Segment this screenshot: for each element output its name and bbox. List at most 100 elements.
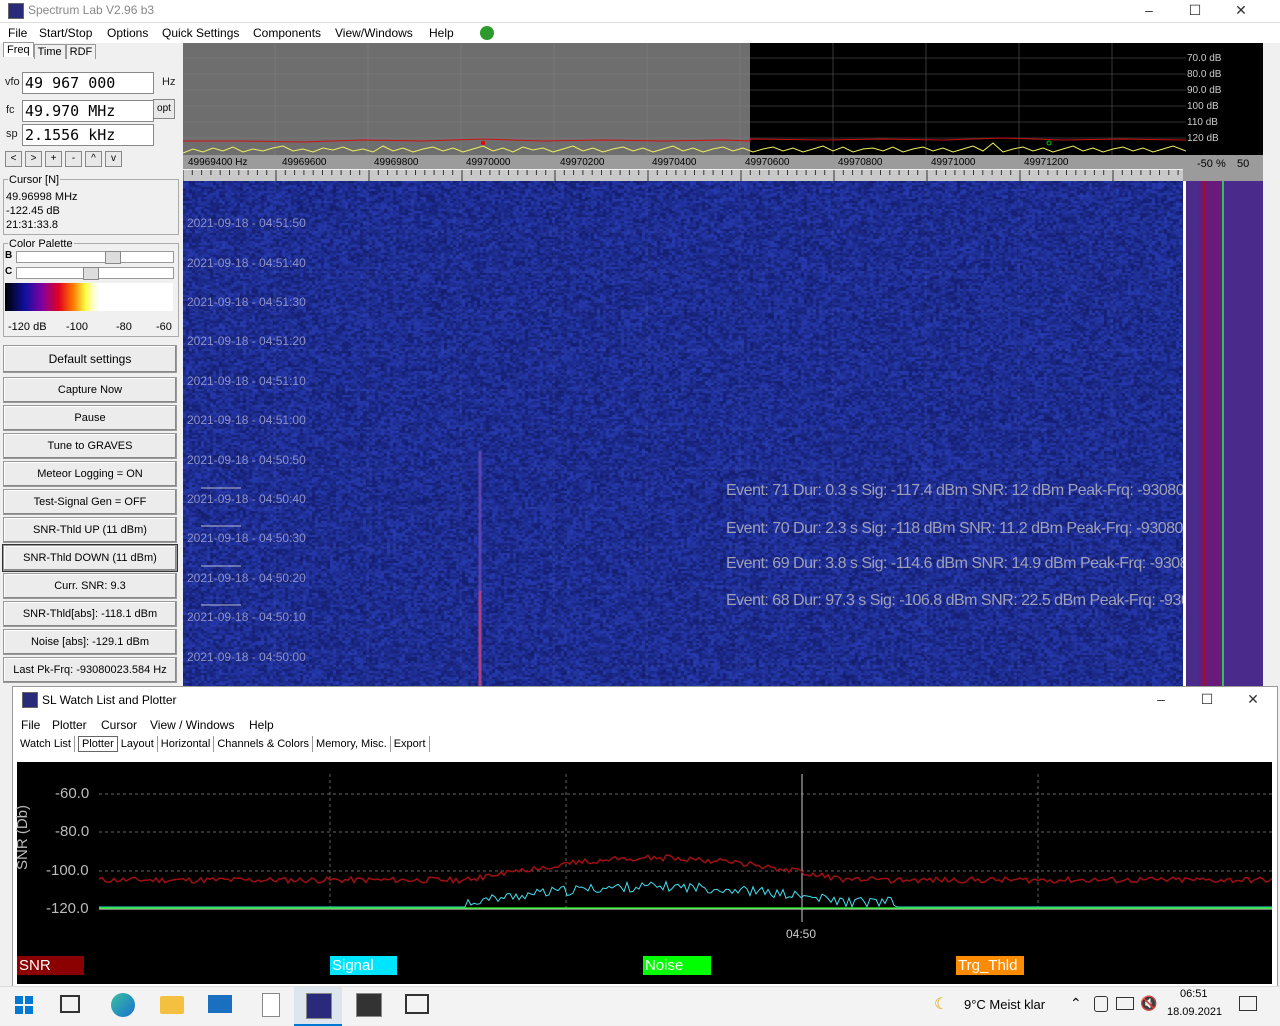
last-peak-freq-button[interactable]: Last Pk-Frq: -93080023.584 Hz xyxy=(3,657,177,683)
contrast-slider[interactable] xyxy=(16,267,174,280)
level-meter-peak xyxy=(1203,181,1205,686)
snr-thld-abs-button[interactable]: SNR-Thld[abs]: -118.1 dBm xyxy=(3,601,177,627)
watch-menu-help[interactable]: Help xyxy=(249,718,274,732)
tune-to-graves-button[interactable]: Tune to GRAVES xyxy=(3,433,177,459)
tab-rdf[interactable]: RDF xyxy=(65,44,97,59)
watch-menu-file[interactable]: File xyxy=(21,718,40,732)
clock-time[interactable]: 06:51 xyxy=(1180,988,1208,1000)
contrast-label: C xyxy=(5,266,13,277)
tab-channels-colors[interactable]: Channels & Colors xyxy=(214,736,314,752)
event-70: Event: 70 Dur: 2.3 s Sig: -118 dBm SNR: … xyxy=(726,520,1183,537)
event-log-overlay: Event: 71 Dur: 0.3 s Sig: -117.4 dBm SNR… xyxy=(726,482,1183,622)
zoom-out-button[interactable]: - xyxy=(65,151,82,167)
watch-menu-view-windows[interactable]: View / Windows xyxy=(150,718,234,732)
menu-view-windows[interactable]: View/Windows xyxy=(335,26,413,40)
network-icon[interactable] xyxy=(1116,997,1134,1010)
menu-quick-settings[interactable]: Quick Settings xyxy=(162,26,239,40)
notifications-icon[interactable] xyxy=(1239,996,1257,1011)
color-palette-gradient xyxy=(5,283,173,311)
menu-options[interactable]: Options xyxy=(107,26,148,40)
weather-text[interactable]: 9°C Meist klar xyxy=(964,997,1045,1012)
palette-tick-2: -80 xyxy=(116,321,132,333)
menu-help[interactable]: Help xyxy=(429,26,454,40)
minimize-icon[interactable]: – xyxy=(1126,0,1172,22)
waterfall-timestamp-1: 2021-09-18 - 04:51:40 xyxy=(187,256,306,270)
legend-signal[interactable]: Signal xyxy=(330,956,397,975)
watch-menu-plotter[interactable]: Plotter xyxy=(52,718,87,732)
nav-right-button[interactable]: > xyxy=(25,151,42,167)
menu-start-stop[interactable]: Start/Stop xyxy=(39,26,92,40)
plot-time-label: 04:50 xyxy=(786,927,817,941)
brightness-slider-thumb[interactable] xyxy=(105,251,121,264)
db-label-110: 110 dB xyxy=(1187,117,1218,128)
menu-components[interactable]: Components xyxy=(253,26,321,40)
windows-taskbar xyxy=(0,986,1280,1025)
db-label-80: 80.0 dB xyxy=(1187,69,1222,80)
watch-menu-cursor[interactable]: Cursor xyxy=(101,718,137,732)
nav-left-button[interactable]: < xyxy=(5,151,22,167)
maximize-icon[interactable]: ☐ xyxy=(1172,0,1218,22)
watch-close-icon[interactable]: ✕ xyxy=(1230,689,1276,711)
wsjt-icon[interactable] xyxy=(356,993,382,1017)
nav-down-button[interactable]: v xyxy=(105,151,122,167)
screen-capture-icon[interactable] xyxy=(405,994,429,1014)
frequency-ruler xyxy=(183,170,1183,181)
legend-snr[interactable]: SNR xyxy=(17,956,84,975)
opt-button[interactable]: opt xyxy=(153,99,175,119)
pause-button[interactable]: Pause xyxy=(3,405,177,431)
nav-up-button[interactable]: ^ xyxy=(85,151,102,167)
vfo-field[interactable]: 49 967 000 xyxy=(22,72,154,94)
watch-maximize-icon[interactable]: ☐ xyxy=(1184,689,1230,711)
notepad-icon[interactable] xyxy=(262,993,280,1017)
watch-list-app-icon xyxy=(22,692,38,708)
zoom-in-button[interactable]: + xyxy=(45,151,62,167)
tab-memory-misc[interactable]: Memory, Misc. xyxy=(313,736,391,752)
volume-muted-icon[interactable]: 🔇 xyxy=(1140,995,1157,1012)
tray-chevron-up-icon[interactable]: ⌃ xyxy=(1070,995,1082,1012)
legend-noise[interactable]: Noise xyxy=(643,956,711,975)
windows-start-icon[interactable] xyxy=(15,996,33,1014)
sp-field[interactable]: 2.1556 kHz xyxy=(22,124,154,146)
event-68: Event: 68 Dur: 97.3 s Sig: -106.8 dBm SN… xyxy=(726,592,1183,609)
edge-browser-icon[interactable] xyxy=(111,993,135,1017)
meteor-logging-button[interactable]: Meteor Logging = ON xyxy=(3,461,177,487)
tab-export[interactable]: Export xyxy=(390,736,430,752)
task-view-icon[interactable] xyxy=(60,995,80,1013)
menu-file[interactable]: File xyxy=(8,26,27,40)
current-snr-button[interactable]: Curr. SNR: 9.3 xyxy=(3,573,177,599)
tab-plotter[interactable]: Plotter xyxy=(77,736,118,752)
tab-horizontal[interactable]: Horizontal xyxy=(157,736,215,752)
default-settings-button[interactable]: Default settings xyxy=(3,345,177,373)
snr-thld-down-button[interactable]: SNR-Thld DOWN (11 dBm) xyxy=(2,544,178,572)
test-signal-gen-button[interactable]: Test-Signal Gen = OFF xyxy=(3,489,177,515)
watch-list-title: SL Watch List and Plotter xyxy=(42,693,177,707)
tab-watch-list[interactable]: Watch List xyxy=(17,736,75,752)
capture-now-button[interactable]: Capture Now xyxy=(3,377,177,403)
clock-date[interactable]: 18.09.2021 xyxy=(1167,1006,1222,1018)
status-ok-icon[interactable] xyxy=(480,26,494,40)
freq-label-4: 49970200 xyxy=(560,157,605,168)
contrast-slider-thumb[interactable] xyxy=(83,267,99,280)
tab-time[interactable]: Time xyxy=(33,44,66,59)
brightness-slider[interactable] xyxy=(16,251,174,264)
plotter-traces xyxy=(98,774,1272,922)
watch-minimize-icon[interactable]: – xyxy=(1138,689,1184,711)
waterfall-timestamp-10: 2021-09-18 - 04:50:10 xyxy=(187,610,306,624)
palette-tick-0: -120 dB xyxy=(8,321,47,333)
spectrum-lab-taskbar-icon[interactable] xyxy=(306,993,332,1019)
tab-freq[interactable]: Freq xyxy=(3,42,34,57)
tray-device-icon[interactable] xyxy=(1094,996,1108,1012)
fc-field[interactable]: 49.970 MHz xyxy=(22,100,154,122)
plot-y-tick-100: -100.0 xyxy=(46,862,89,879)
tab-layout[interactable]: Layout xyxy=(117,736,158,752)
mail-icon[interactable] xyxy=(208,995,232,1013)
file-explorer-icon[interactable] xyxy=(160,996,184,1014)
legend-trg-thld[interactable]: Trg_Thld xyxy=(956,956,1024,975)
freq-label-3: 49970000 xyxy=(466,157,511,168)
db-label-90: 90.0 dB xyxy=(1187,85,1222,96)
noise-abs-button[interactable]: Noise [abs]: -129.1 dBm xyxy=(3,629,177,655)
snr-thld-up-button[interactable]: SNR-Thld UP (11 dBm) xyxy=(3,517,177,543)
weather-moon-icon[interactable]: ☾ xyxy=(934,994,948,1014)
freq-label-8: 49971000 xyxy=(931,157,976,168)
close-icon[interactable]: ✕ xyxy=(1218,0,1264,22)
